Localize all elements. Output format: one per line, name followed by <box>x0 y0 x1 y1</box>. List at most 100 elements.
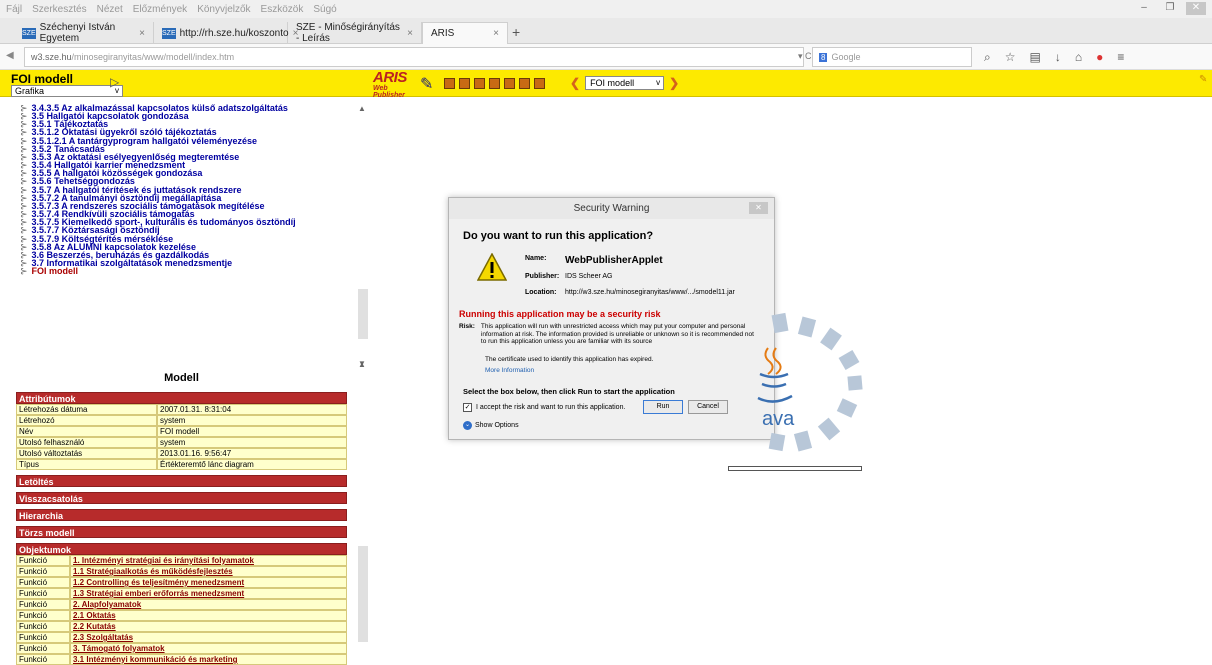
menu-bookmarks[interactable]: Könyvjelzők <box>197 4 250 15</box>
objects-header[interactable]: Objektumok <box>16 543 347 555</box>
print-icon[interactable] <box>504 78 515 89</box>
chevron-down-icon: v <box>656 78 661 87</box>
search-engine-icon[interactable]: 8 <box>819 52 828 62</box>
more-information-link[interactable]: More Information <box>485 367 534 374</box>
model-icon[interactable] <box>444 78 455 89</box>
view-select[interactable]: Grafika v <box>11 85 123 97</box>
attribute-key: Utolsó változtatás <box>16 448 157 459</box>
menu-hamburger-icon[interactable]: ≡ <box>1117 50 1124 65</box>
zoom-icon[interactable] <box>519 78 530 89</box>
tree-item[interactable]: ⊱ FOI modell <box>20 267 350 276</box>
object-type: Funkció <box>16 632 70 643</box>
tab-close-icon[interactable]: × <box>407 28 413 39</box>
object-row: Funkció 2. Alapfolyamatok <box>16 599 347 610</box>
show-options-label: Show Options <box>475 422 519 429</box>
expand-icon: ⌄ <box>463 421 472 430</box>
tab-minoseg[interactable]: SZE - Minőségirányítás - Leírás × <box>288 22 422 44</box>
minimize-icon[interactable]: – <box>1134 2 1154 15</box>
object-link[interactable]: 2. Alapfolyamatok <box>70 599 347 610</box>
home-icon[interactable]: ⌂ <box>1075 50 1082 65</box>
object-type: Funkció <box>16 610 70 621</box>
menu-history[interactable]: Előzmények <box>133 4 187 15</box>
close-window-icon[interactable]: ✕ <box>1186 2 1206 15</box>
previous-arrow-icon[interactable]: ❮ <box>570 76 580 90</box>
section-header[interactable]: Hierarchia <box>16 509 347 521</box>
maximize-icon[interactable]: ❐ <box>1160 2 1180 15</box>
properties-scrollbar[interactable]: ▲ <box>358 360 368 661</box>
scrollbar-thumb[interactable] <box>358 546 368 642</box>
scroll-up-icon[interactable]: ▲ <box>358 104 366 113</box>
tab-rh[interactable]: SZE http://rh.sze.hu/koszonto × <box>154 22 298 44</box>
object-link[interactable]: 1. Intézményi stratégiai és irányítási f… <box>70 555 347 566</box>
name-label: Name: <box>525 255 547 262</box>
close-icon[interactable]: ✕ <box>749 202 768 214</box>
location-value: http://w3.sze.hu/minosegiranyitas/www/..… <box>565 289 735 296</box>
object-type: Funkció <box>16 577 70 588</box>
menu-file[interactable]: Fájl <box>6 4 22 15</box>
warning-icon <box>476 252 508 284</box>
app-name-row: Name: WebPublisherApplet <box>525 255 663 266</box>
layout-icon[interactable] <box>459 78 470 89</box>
section-header[interactable]: Visszacsatolás <box>16 492 347 504</box>
object-link[interactable]: 1.1 Stratégiaalkotás és működésfejleszté… <box>70 566 347 577</box>
object-link[interactable]: 2.3 Szolgáltatás <box>70 632 347 643</box>
object-link[interactable]: 1.3 Stratégiai emberi erőforrás menedzsm… <box>70 588 347 599</box>
java-spinner-icon: ava <box>757 312 863 452</box>
bookmarks-list-icon[interactable]: ▤ <box>1030 50 1041 65</box>
dialog-titlebar: Security Warning ✕ <box>449 198 774 219</box>
attribute-key: Létrehozó <box>16 415 157 426</box>
location-label: Location: <box>525 289 557 296</box>
attribute-row: Létrehozó system <box>16 415 347 426</box>
search-input[interactable]: 8 Google <box>812 47 972 67</box>
objects-icon[interactable] <box>474 78 485 89</box>
addon-icon[interactable]: ● <box>1096 50 1103 65</box>
publisher-label: Publisher: <box>525 273 560 280</box>
object-type: Funkció <box>16 566 70 577</box>
view-select-value: Grafika <box>15 86 45 96</box>
menu-edit[interactable]: Szerkesztés <box>32 4 86 15</box>
risk-label: Risk: <box>459 323 475 330</box>
attribute-key: Név <box>16 426 157 437</box>
tree-scrollbar[interactable]: ▲ ▼ <box>358 104 368 368</box>
object-link[interactable]: 3.1 Intézményi kommunikáció és marketing <box>70 654 347 665</box>
cancel-button[interactable]: Cancel <box>688 400 728 414</box>
object-link[interactable]: 1.2 Controlling és teljesítmény menedzsm… <box>70 577 347 588</box>
tab-close-icon[interactable]: × <box>493 28 499 39</box>
properties-title: Modell <box>164 372 199 384</box>
scrollbar-thumb[interactable] <box>358 289 368 339</box>
back-icon[interactable]: ◀ <box>6 50 14 61</box>
show-options-toggle[interactable]: ⌄ Show Options <box>463 421 519 430</box>
settings-icon[interactable] <box>534 78 545 89</box>
run-button[interactable]: Run <box>643 400 683 414</box>
tab-aris[interactable]: ARIS × <box>422 22 508 44</box>
scroll-up-icon[interactable]: ▲ <box>358 360 366 369</box>
attribute-key: Típus <box>16 459 157 470</box>
object-link[interactable]: 3. Támogató folyamatok <box>70 643 347 654</box>
attributes-header[interactable]: Attribútumok <box>16 392 347 404</box>
search-icon[interactable]: ⌕ <box>984 50 991 65</box>
menu-view[interactable]: Nézet <box>97 4 123 15</box>
edit-pencil-icon[interactable]: ✎ <box>1199 74 1207 85</box>
menu-help[interactable]: Súgó <box>313 4 336 15</box>
accept-risk-checkbox[interactable]: ✓ <box>463 403 472 412</box>
java-text: ava <box>762 408 795 430</box>
download-icon[interactable]: ↓ <box>1055 50 1061 65</box>
section-header[interactable]: Letöltés <box>16 475 347 487</box>
next-arrow-icon[interactable]: ❯ <box>669 76 679 90</box>
object-link[interactable]: 2.1 Oktatás <box>70 610 347 621</box>
tab-sze[interactable]: SZE Széchenyi István Egyetem × <box>14 22 154 44</box>
new-tab-button[interactable]: + <box>512 24 520 40</box>
object-link[interactable]: 2.2 Kutatás <box>70 621 347 632</box>
section-header[interactable]: Törzs modell <box>16 526 347 538</box>
tab-close-icon[interactable]: × <box>139 28 145 39</box>
document-icon[interactable] <box>489 78 500 89</box>
bookmark-star-icon[interactable]: ☆ <box>1005 50 1016 65</box>
objects-table: Funkció 1. Intézményi stratégiai és irány… <box>16 555 347 665</box>
reload-icon[interactable]: ▾ C <box>798 51 812 62</box>
object-type: Funkció <box>16 588 70 599</box>
url-input[interactable]: w3.sze.hu /minosegiranyitas/www/modell/i… <box>24 47 804 67</box>
menu-tools[interactable]: Eszközök <box>261 4 304 15</box>
model-select[interactable]: FOI modell v <box>585 76 665 90</box>
sze-favicon-icon: SZE <box>22 27 36 39</box>
search-placeholder: Google <box>831 52 861 62</box>
